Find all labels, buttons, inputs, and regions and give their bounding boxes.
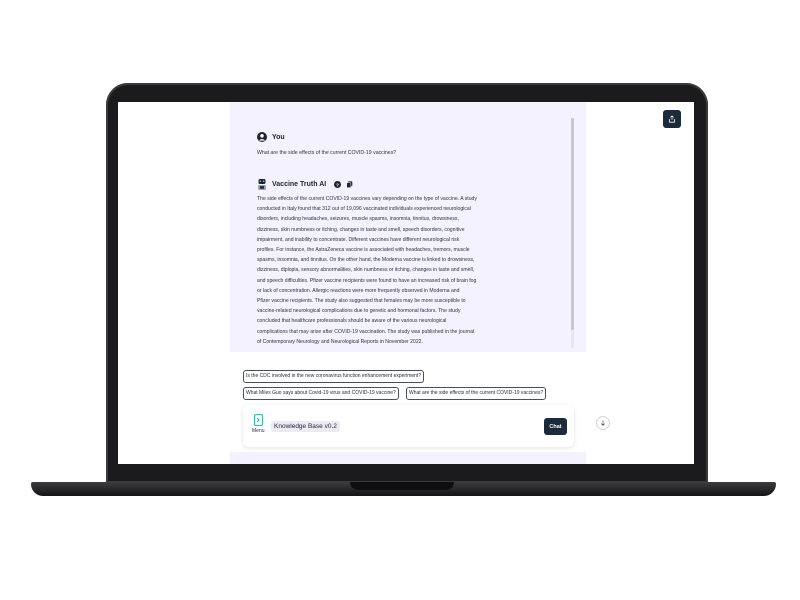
arrow-down-icon	[600, 420, 606, 426]
answer-line: The side effects of the current COVID-19…	[257, 196, 477, 202]
chat-input-box: Menu Knowledge Base v0.2 Chat	[243, 405, 574, 447]
laptop-screen: You What are the side effects of the cur…	[118, 102, 694, 464]
sidebar-toggle-icon	[253, 414, 263, 426]
answer-line: of Contemporary Neurology and Neurologic…	[257, 338, 423, 345]
chat-panel-bottom	[230, 452, 586, 464]
assistant-answer: The side effects of the current COVID-19…	[257, 194, 495, 347]
scrollbar[interactable]	[571, 118, 574, 348]
answer-line: vaccine-related neurological complicatio…	[257, 308, 461, 315]
laptop-notch	[350, 482, 454, 490]
user-avatar-icon	[257, 132, 267, 142]
user-name: You	[272, 133, 285, 141]
copy-icon[interactable]	[346, 180, 353, 188]
knowledge-base-selector[interactable]: Knowledge Base v0.2	[271, 421, 340, 432]
share-icon	[669, 115, 675, 123]
answer-line: complications that may arise after COVID…	[257, 328, 475, 335]
answer-line: Pfizer vaccine recipients. The study als…	[257, 298, 466, 305]
assistant-message-header: Vaccine Truth AI ?	[257, 178, 353, 190]
answer-line: disorders, including headaches, seizures…	[257, 216, 459, 223]
suggestion-chip[interactable]: Is the CDC involved in the new coronavir…	[243, 370, 425, 383]
answer-line: dizziness, skin numbness or itching, cha…	[257, 226, 465, 233]
suggestion-chip[interactable]: What are the side effects of the current…	[406, 387, 547, 400]
menu-label: Menu	[252, 428, 265, 434]
answer-line: spasms, insomnia, and tinnitus. On the o…	[257, 257, 475, 264]
user-question: What are the side effects of the current…	[257, 150, 397, 156]
assistant-name: Vaccine Truth AI	[272, 180, 327, 188]
menu-button[interactable]: Menu	[252, 414, 265, 434]
svg-text:?: ?	[336, 182, 339, 188]
suggestion-chip[interactable]: What Miles Guo says about Covid-19 virus…	[243, 387, 399, 400]
scroll-down-button[interactable]	[596, 416, 610, 430]
answer-line: conducted in Italy found that 312 out of…	[257, 206, 471, 213]
answer-line: concluded that healthcare professionals …	[257, 318, 447, 325]
answer-line: dizziness, diplopia, sensory abnormaliti…	[257, 267, 475, 274]
chat-button[interactable]: Chat	[544, 418, 567, 435]
robot-avatar-icon	[258, 179, 266, 190]
answer-line: or lack of concentration. Allergic react…	[257, 287, 460, 294]
answer-line: profiles. For instance, the AstraZeneca …	[257, 247, 470, 254]
answer-line: impairment, and inability to concentrate…	[257, 236, 460, 243]
answer-line: and speech difficulties. Pfizer vaccine …	[257, 277, 477, 284]
scrollbar-thumb[interactable]	[571, 118, 574, 330]
share-button[interactable]	[663, 110, 681, 128]
user-message-header: You	[257, 132, 285, 142]
help-icon[interactable]: ?	[334, 180, 342, 188]
